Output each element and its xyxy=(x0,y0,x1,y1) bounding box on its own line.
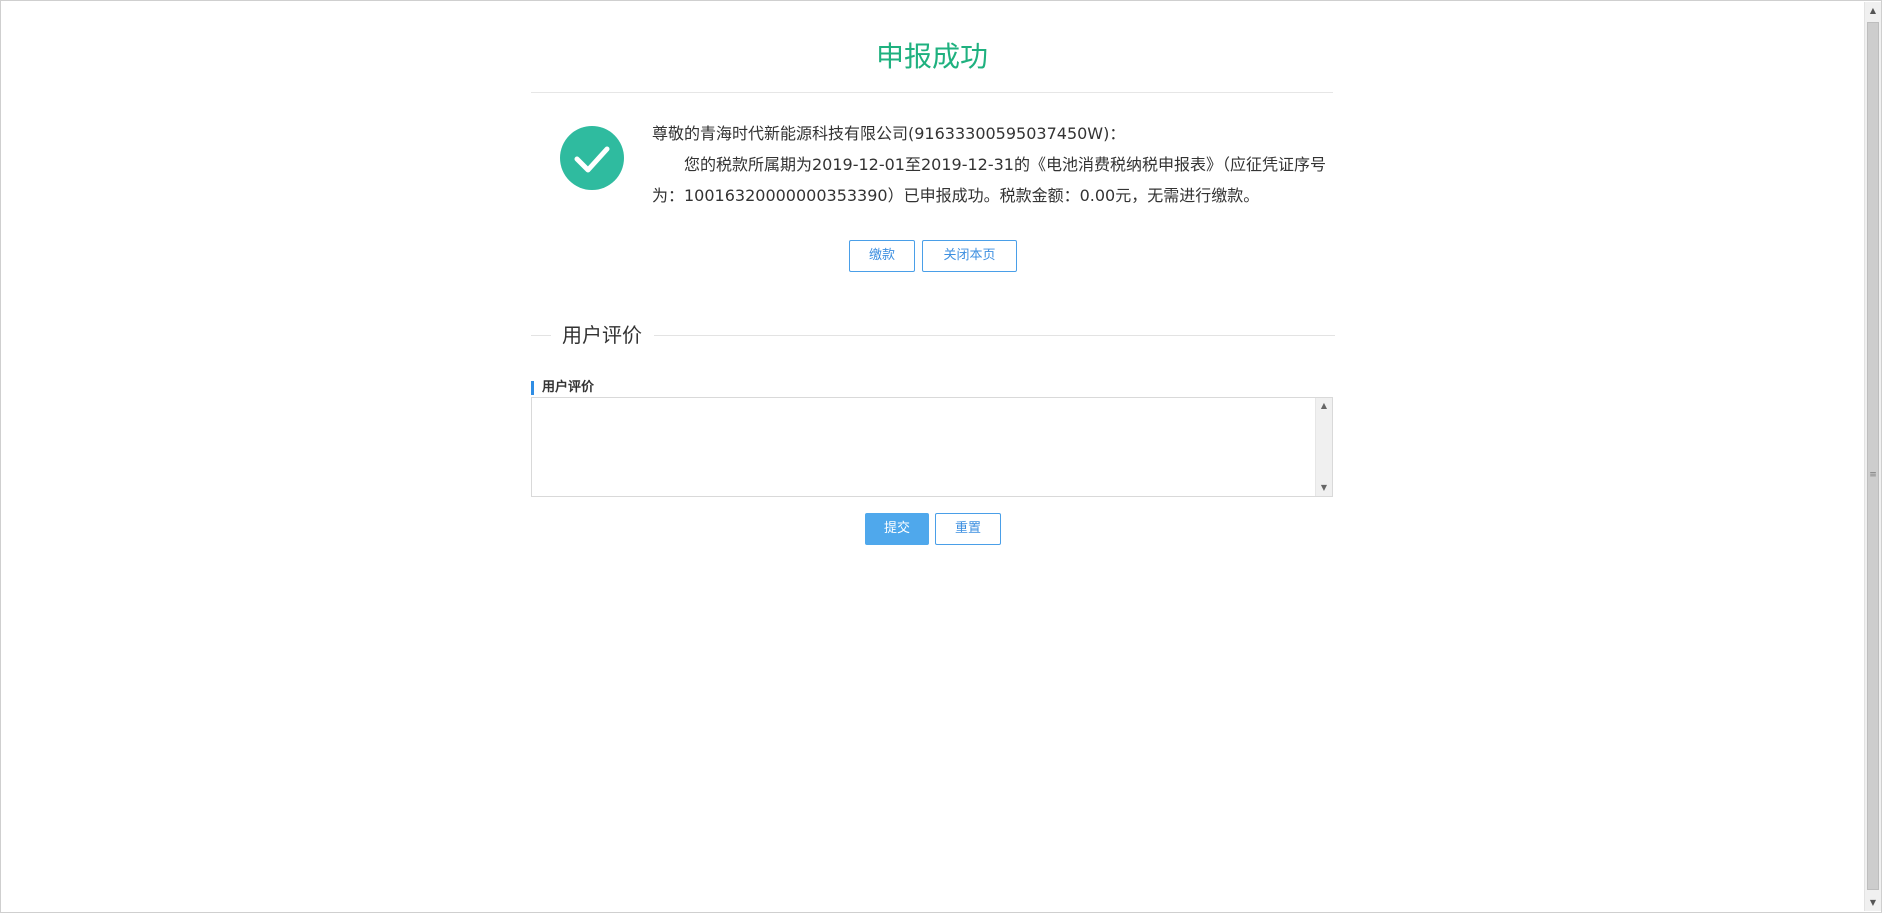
section-divider-right xyxy=(654,335,1335,336)
scroll-up-icon[interactable]: ▲ xyxy=(1865,2,1881,19)
success-message: 尊敬的青海时代新能源科技有限公司(91633300595037450W)： 您的… xyxy=(652,118,1333,211)
reset-button[interactable]: 重置 xyxy=(935,513,1001,545)
declaration-detail-text: 您的税款所属期为2019-12-01至2019-12-31的《电池消费税纳税申报… xyxy=(652,155,1326,205)
scroll-up-icon[interactable]: ▲ xyxy=(1316,398,1332,414)
submit-button[interactable]: 提交 xyxy=(865,513,929,545)
textarea-scrollbar[interactable]: ▲ ▼ xyxy=(1315,398,1332,496)
evaluation-textarea-wrapper: ▲ ▼ xyxy=(531,397,1333,497)
window-scrollbar[interactable]: ▲ ≡ ▼ xyxy=(1864,2,1881,911)
evaluation-textarea[interactable] xyxy=(532,398,1314,496)
section-divider-left xyxy=(531,335,551,336)
browser-viewport: 申报成功 尊敬的青海时代新能源科技有限公司(91633300595037450W… xyxy=(0,0,1882,913)
greeting-text: 尊敬的青海时代新能源科技有限公司(91633300595037450W)： xyxy=(652,124,1126,143)
scroll-down-icon[interactable]: ▼ xyxy=(1316,480,1332,496)
check-circle-icon xyxy=(560,126,624,190)
close-page-button[interactable]: 关闭本页 xyxy=(922,240,1017,272)
scroll-thumb[interactable]: ≡ xyxy=(1867,22,1879,890)
checkmark-icon xyxy=(574,146,610,173)
evaluation-field-label: 用户评价 xyxy=(531,381,594,395)
scroll-grip-icon: ≡ xyxy=(1869,470,1877,480)
title-divider xyxy=(531,92,1333,93)
scroll-down-icon[interactable]: ▼ xyxy=(1865,894,1881,911)
evaluation-section-title: 用户评价 xyxy=(562,323,642,347)
pay-button[interactable]: 缴款 xyxy=(849,240,915,272)
page-title: 申报成功 xyxy=(875,40,988,73)
